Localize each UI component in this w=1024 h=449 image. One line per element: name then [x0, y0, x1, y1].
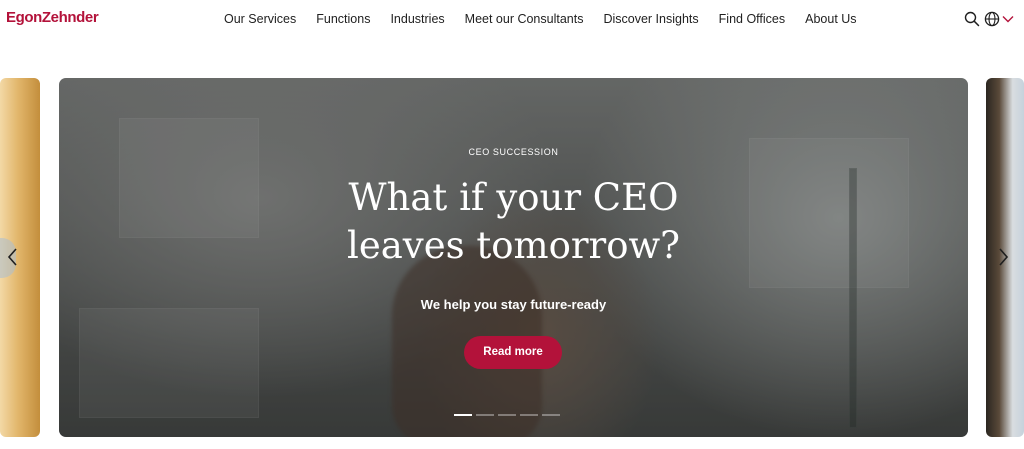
site-header: EgonZehnder Our Services Functions Indus… — [0, 0, 1024, 42]
chevron-left-icon — [5, 248, 21, 273]
nav-item-industries[interactable]: Industries — [390, 12, 444, 26]
hero-headline: What if your CEO leaves tomorrow? — [59, 174, 968, 270]
nav-item-about-us[interactable]: About Us — [805, 12, 856, 26]
carousel-next-button[interactable] — [996, 245, 1012, 269]
main-nav: Our Services Functions Industries Meet o… — [224, 12, 877, 26]
hero-category: CEO SUCCESSION — [468, 147, 559, 157]
nav-item-meet-our-consultants[interactable]: Meet our Consultants — [465, 12, 584, 26]
read-more-button[interactable]: Read more — [464, 336, 562, 369]
carousel-dot-1[interactable] — [454, 414, 472, 416]
nav-item-discover-insights[interactable]: Discover Insights — [603, 12, 698, 26]
carousel-dot-2[interactable] — [476, 414, 494, 416]
carousel-dot-4[interactable] — [520, 414, 538, 416]
header-actions — [964, 11, 1014, 27]
carousel-dot-5[interactable] — [542, 414, 560, 416]
hero-headline-line-2: leaves tomorrow? — [347, 224, 680, 267]
carousel-pagination — [454, 414, 560, 416]
logo[interactable]: EgonZehnder — [6, 9, 99, 26]
chevron-down-icon — [1002, 14, 1014, 24]
nav-item-our-services[interactable]: Our Services — [224, 12, 296, 26]
hero-slide: CEO SUCCESSION What if your CEO leaves t… — [59, 78, 968, 437]
search-icon[interactable] — [964, 11, 980, 27]
hero-subline: We help you stay future-ready — [420, 297, 607, 312]
carousel-dot-3[interactable] — [498, 414, 516, 416]
nav-item-functions[interactable]: Functions — [316, 12, 370, 26]
nav-item-find-offices[interactable]: Find Offices — [719, 12, 785, 26]
hero-headline-line-1: What if your CEO — [348, 176, 679, 219]
language-selector[interactable] — [984, 11, 1014, 27]
globe-icon — [984, 11, 1000, 27]
carousel-prev-button[interactable] — [5, 245, 21, 269]
chevron-right-icon — [996, 248, 1012, 273]
hero-content: CEO SUCCESSION What if your CEO leaves t… — [59, 78, 968, 437]
